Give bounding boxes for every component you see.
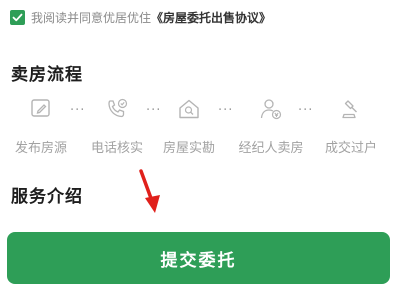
step-label: 经纪人卖房 xyxy=(238,141,304,156)
step-house-inspection: 房屋实勘 xyxy=(154,97,224,156)
check-icon xyxy=(12,13,23,21)
step-label: 房屋实勘 xyxy=(162,141,215,156)
step-separator: ··· xyxy=(298,103,314,118)
step-agent-sell: 经纪人卖房 xyxy=(236,97,306,156)
step-label: 电话核实 xyxy=(90,141,143,156)
agreement-text: 我阅读并同意优居优住 xyxy=(31,10,152,25)
agent-icon xyxy=(260,99,282,120)
gavel-icon xyxy=(342,100,357,119)
house-inspect-icon xyxy=(179,99,199,119)
step-label: 发布房源 xyxy=(14,141,67,156)
step-publish-listing: 发布房源 xyxy=(6,97,76,156)
edit-document-icon xyxy=(31,99,50,117)
step-phone-verify: 电话核实 xyxy=(82,97,152,156)
agreement-checkbox[interactable] xyxy=(10,9,25,25)
agreement-link[interactable]: 《房屋委托出售协议》 xyxy=(151,9,271,26)
sale-process-steps: 发布房源 ··· 电话核实 ··· 房屋实勘 ··· 经纪人卖房 ··· 成交过… xyxy=(0,97,400,163)
red-arrow-annotation xyxy=(139,169,160,213)
step-transfer: 成交过户 xyxy=(316,97,386,156)
sale-process-title: 卖房流程 xyxy=(11,65,83,85)
phone-check-icon xyxy=(108,98,128,118)
step-label: 成交过户 xyxy=(324,141,377,156)
service-intro-title: 服务介绍 xyxy=(11,187,83,207)
step-separator: ··· xyxy=(218,103,234,118)
agreement-row[interactable]: 我阅读并同意优居优住 《房屋委托出售协议》 xyxy=(10,8,271,26)
submit-entrust-button[interactable]: 提交委托 xyxy=(7,232,390,284)
